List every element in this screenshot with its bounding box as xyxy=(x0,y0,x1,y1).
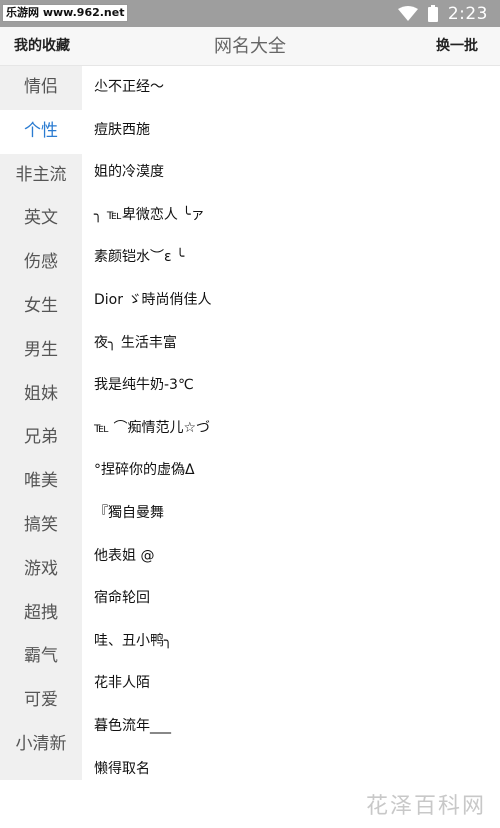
list-item[interactable]: 宿命轮回 xyxy=(82,577,500,620)
sidebar-item[interactable]: 超拽 xyxy=(0,592,82,636)
sidebar-item[interactable]: 姐妹 xyxy=(0,373,82,417)
list-item[interactable]: Dior ゞ時尚俏佳人 xyxy=(82,279,500,322)
sidebar-item[interactable]: 搞笑 xyxy=(0,504,82,548)
list-item[interactable]: 暮色流年___ xyxy=(82,705,500,748)
sidebar-item[interactable]: 可爱 xyxy=(0,679,82,723)
favorites-button[interactable]: 我的收藏 xyxy=(14,27,70,66)
sidebar-item[interactable]: 兄弟 xyxy=(0,416,82,460)
list-item[interactable]: 夜╮ 生活丰富 xyxy=(82,322,500,365)
status-icons: 2:23 xyxy=(397,0,488,27)
sidebar-item[interactable]: 小清新 xyxy=(0,723,82,767)
list-item[interactable]: ℡ ⌒痴情范儿☆づ xyxy=(82,407,500,450)
sidebar-item[interactable]: 英文 xyxy=(0,197,82,241)
page-title: 网名大全 xyxy=(214,36,286,57)
list-item[interactable]: 他表姐 @ xyxy=(82,535,500,578)
list-item[interactable]: °捏碎你的虚偽Δ xyxy=(82,449,500,492)
sidebar-item[interactable]: 唯美 xyxy=(0,460,82,504)
status-time: 2:23 xyxy=(447,3,488,24)
brand-watermark: 花泽百科网 xyxy=(365,794,486,819)
list-item[interactable]: ╮ ℡卑微恋人 ╰ァ xyxy=(82,194,500,237)
status-bar: 乐游网 www.962.net 2:23 xyxy=(0,0,500,27)
list-item[interactable]: 尐不正经～ xyxy=(82,66,500,109)
wifi-icon xyxy=(397,5,418,22)
list-item[interactable]: 痘肤西施 xyxy=(82,109,500,152)
list-item[interactable]: 懒得取名 xyxy=(82,748,500,781)
sidebar-item[interactable]: 男生 xyxy=(0,329,82,373)
sidebar-item[interactable]: 霸气 xyxy=(0,635,82,679)
list-item[interactable]: 姐的冷漠度 xyxy=(82,151,500,194)
sidebar-item[interactable]: 女生 xyxy=(0,285,82,329)
sidebar-item[interactable]: 非主流 xyxy=(0,154,82,198)
watermark-logo: 乐游网 www.962.net xyxy=(2,4,129,22)
footer: 花泽百科网 xyxy=(0,780,500,828)
sidebar-item[interactable]: 游戏 xyxy=(0,548,82,592)
sidebar-item[interactable]: 个性 xyxy=(0,109,82,154)
battery-icon xyxy=(427,5,438,22)
name-list: 尐不正经～ 痘肤西施 姐的冷漠度 ╮ ℡卑微恋人 ╰ァ 素颜铠水︶ε ╰ Dior ゞ時尚… xyxy=(82,66,500,780)
list-item[interactable]: 花非人陌 xyxy=(82,662,500,705)
list-item[interactable]: 素颜铠水︶ε ╰ xyxy=(82,236,500,279)
list-item[interactable]: 我是纯牛奶-3℃ xyxy=(82,364,500,407)
list-item[interactable]: 『獨自曼舞 xyxy=(82,492,500,535)
list-item[interactable]: 哇、丑小鸭╮ xyxy=(82,620,500,663)
refresh-batch-button[interactable]: 换一批 xyxy=(436,27,478,66)
app-bar: 我的收藏 网名大全 换一批 xyxy=(0,27,500,66)
category-sidebar: 情侣 个性 非主流 英文 伤感 女生 男生 姐妹 兄弟 唯美 搞笑 游戏 超拽 霸气 可爱 小清新 xyxy=(0,66,82,780)
sidebar-item[interactable]: 情侣 xyxy=(0,66,82,110)
sidebar-item[interactable]: 伤感 xyxy=(0,241,82,285)
